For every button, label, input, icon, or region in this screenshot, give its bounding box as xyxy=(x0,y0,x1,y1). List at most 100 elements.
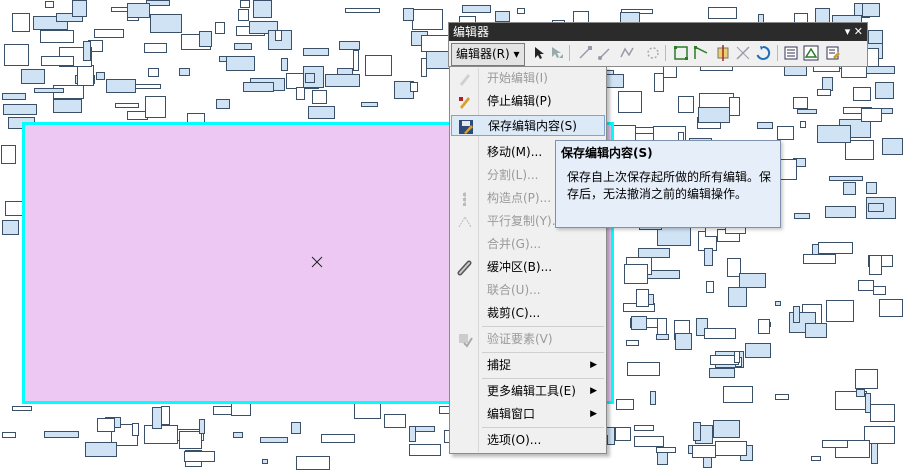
edit-annotation-icon[interactable] xyxy=(549,45,565,61)
tooltip-title: 保存编辑内容(S) xyxy=(561,146,653,160)
editor-menu-button[interactable]: 编辑器(R) ▾ xyxy=(451,43,525,66)
rotate-icon[interactable] xyxy=(755,45,771,61)
split-icon[interactable] xyxy=(735,45,751,61)
building-polygon xyxy=(845,140,874,160)
building-polygon xyxy=(615,427,631,441)
menu-item-label: 合并(G)... xyxy=(487,237,542,251)
building-polygon xyxy=(144,43,167,53)
building-polygon xyxy=(692,445,716,458)
building-polygon xyxy=(728,287,747,307)
menu-item-editing-windows[interactable]: 编辑窗口 ▶ xyxy=(451,404,605,425)
copy-parallel-icon xyxy=(458,216,472,228)
attributes-icon[interactable] xyxy=(783,45,799,61)
menu-item-label: 平行复制(Y)... xyxy=(487,214,564,228)
building-polygon xyxy=(97,418,115,432)
toolbar-title: 编辑器 xyxy=(453,25,490,39)
building-polygon xyxy=(296,87,305,100)
building-polygon xyxy=(339,41,360,50)
building-polygon xyxy=(41,56,74,66)
tooltip-description: 保存自上次保存起所做的所有编辑。保存后，无法撤消之前的编辑操作。 xyxy=(567,170,772,201)
menu-item-union[interactable]: 联合(U)... xyxy=(451,280,605,301)
building-polygon xyxy=(811,456,821,461)
create-features-icon[interactable] xyxy=(825,45,841,61)
menu-item-label: 验证要素(V) xyxy=(487,332,553,346)
building-polygon xyxy=(871,443,878,464)
menu-item-stop-editing[interactable]: 停止编辑(P) xyxy=(451,91,605,112)
building-polygon xyxy=(818,242,853,254)
point-icon[interactable] xyxy=(645,45,661,61)
sketch-properties-icon[interactable] xyxy=(803,45,819,61)
menu-separator xyxy=(482,352,604,353)
menu-item-clip[interactable]: 裁剪(C)... xyxy=(451,303,605,324)
building-polygon xyxy=(794,213,810,219)
edit-vertices-icon[interactable] xyxy=(673,45,689,61)
straight-segment-icon[interactable] xyxy=(577,45,593,61)
building-polygon xyxy=(495,11,510,22)
construct-points-icon xyxy=(463,192,466,206)
building-polygon xyxy=(226,56,255,71)
building-polygon xyxy=(678,96,694,113)
menu-item-validate-features[interactable]: 验证要素(V) xyxy=(451,329,605,350)
menu-item-label: 编辑窗口 xyxy=(487,407,536,421)
building-polygon xyxy=(875,82,894,99)
building-polygon xyxy=(817,89,831,96)
building-polygon xyxy=(12,13,30,32)
reshape-icon[interactable] xyxy=(693,45,709,61)
building-polygon xyxy=(656,334,669,340)
building-polygon xyxy=(148,68,159,77)
building-polygon xyxy=(199,31,212,47)
menu-item-start-editing[interactable]: 开始编辑(I) xyxy=(451,68,605,89)
building-polygon xyxy=(3,104,37,115)
building-polygon xyxy=(636,289,649,307)
menu-item-save-edits[interactable]: 保存编辑内容(S) xyxy=(451,115,605,136)
building-polygon xyxy=(291,422,301,434)
cut-polygon-icon[interactable] xyxy=(715,45,731,61)
menu-separator xyxy=(482,326,604,327)
building-polygon xyxy=(517,8,525,14)
building-polygon xyxy=(626,340,639,346)
building-polygon xyxy=(243,82,274,92)
menu-item-buffer[interactable]: 缓冲区(B)... xyxy=(451,257,605,278)
menu-item-label: 裁剪(C)... xyxy=(487,306,541,320)
building-polygon xyxy=(704,328,736,339)
endpoint-arc-icon[interactable] xyxy=(597,45,613,61)
building-polygon xyxy=(296,456,330,470)
menu-item-label: 移动(M)... xyxy=(487,145,543,159)
menu-item-more-editing-tools[interactable]: 更多编辑工具(E) ▶ xyxy=(451,381,605,402)
menu-item-options[interactable]: 选项(O)... xyxy=(451,430,605,451)
building-polygon xyxy=(650,391,656,405)
submenu-arrow-icon: ▶ xyxy=(590,409,597,419)
building-polygon xyxy=(233,432,243,438)
building-polygon xyxy=(825,206,856,218)
building-polygon xyxy=(361,102,378,107)
menu-tooltip: 保存编辑内容(S) 保存自上次保存起所做的所有编辑。保存后，无法撤消之前的编辑操… xyxy=(555,140,781,228)
building-polygon xyxy=(150,14,182,33)
menu-separator xyxy=(482,378,604,379)
building-polygon xyxy=(240,0,250,8)
building-polygon xyxy=(384,414,406,428)
building-polygon xyxy=(234,43,252,50)
menu-item-label: 联合(U)... xyxy=(487,283,541,297)
building-polygon xyxy=(873,286,886,295)
edit-tool-icon[interactable] xyxy=(531,45,547,61)
building-polygon xyxy=(803,254,836,264)
building-polygon xyxy=(634,425,654,431)
trace-icon[interactable] xyxy=(619,45,635,61)
building-polygon xyxy=(161,406,170,425)
toolbar-titlebar[interactable]: 编辑器 ▾ ✕ xyxy=(449,23,867,41)
building-polygon xyxy=(45,1,54,8)
building-polygon xyxy=(94,29,124,38)
menu-item-merge[interactable]: 合并(G)... xyxy=(451,234,605,255)
building-polygon xyxy=(72,0,87,17)
building-polygon xyxy=(2,220,19,235)
menu-item-label: 捕捉 xyxy=(487,358,512,372)
toolbar-separator xyxy=(665,45,666,61)
building-polygon xyxy=(303,48,329,56)
building-polygon xyxy=(775,301,781,306)
building-polygon xyxy=(213,406,233,415)
building-polygon xyxy=(199,419,205,434)
toolbar-window-controls[interactable]: ▾ ✕ xyxy=(845,23,863,41)
building-polygon xyxy=(675,333,692,350)
building-polygon xyxy=(841,66,867,78)
menu-item-snapping[interactable]: 捕捉 ▶ xyxy=(451,355,605,376)
